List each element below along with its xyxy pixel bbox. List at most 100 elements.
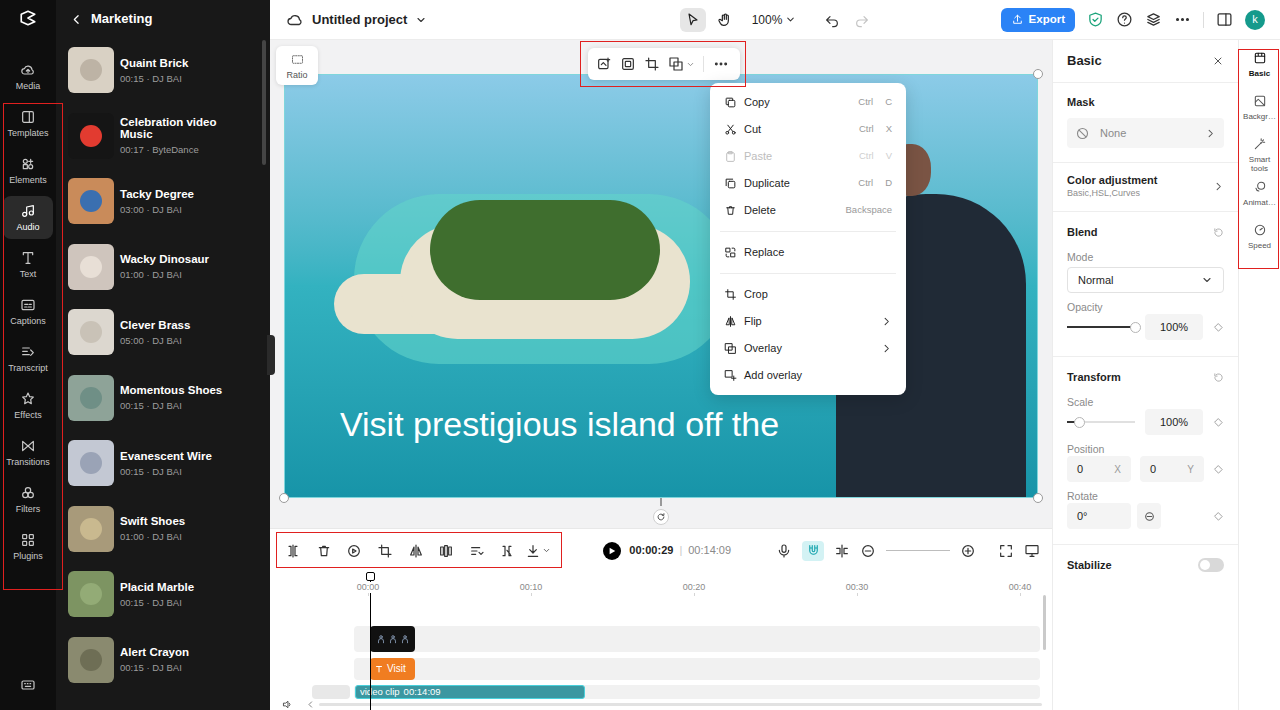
scroll-left-icon[interactable] <box>306 700 315 709</box>
menu-item[interactable]: Replace <box>710 239 906 266</box>
crop-icon[interactable] <box>644 56 660 72</box>
rotate-dial[interactable] <box>1137 503 1161 529</box>
split-join-icon[interactable] <box>834 543 850 559</box>
track-thumbnail[interactable] <box>68 309 114 355</box>
menu-item[interactable]: CopyCtrlC <box>710 89 906 116</box>
flip-button[interactable] <box>400 537 431 565</box>
side-tab[interactable]: Smart tools <box>1240 135 1280 178</box>
nav-item[interactable]: Elements <box>3 149 53 192</box>
video-frame[interactable]: Visit prestigious island off the <box>284 74 1038 498</box>
horizontal-scrollbar[interactable] <box>319 703 1042 706</box>
value-input[interactable]: 100% <box>1145 314 1203 340</box>
main-track-header[interactable] <box>312 685 350 699</box>
track-thumbnail[interactable] <box>68 440 114 486</box>
menu-item[interactable]: Add overlay <box>710 362 906 389</box>
side-tab[interactable]: Animat… <box>1240 178 1280 221</box>
playhead-handle[interactable] <box>366 572 375 581</box>
zoom-out-icon[interactable] <box>860 543 876 559</box>
track-thumbnail[interactable] <box>68 571 114 617</box>
video-clip[interactable]: video clip00:14:09 <box>355 685 585 699</box>
overlay-icon[interactable] <box>668 56 684 72</box>
more-icon[interactable] <box>1174 11 1191 28</box>
menu-item[interactable]: Crop <box>710 281 906 308</box>
nav-item[interactable]: Effects <box>3 384 53 427</box>
keyframe-icon[interactable] <box>1213 417 1224 428</box>
ratio-button[interactable]: Ratio <box>276 46 318 85</box>
close-icon[interactable] <box>1212 55 1224 67</box>
chevron-down-icon[interactable] <box>415 14 427 26</box>
play-button[interactable] <box>603 542 621 560</box>
video-overlay-clip[interactable] <box>370 626 415 652</box>
reset-icon[interactable] <box>1213 372 1224 383</box>
rotate-input[interactable]: 0° <box>1067 503 1131 529</box>
stabilize-toggle[interactable] <box>1198 558 1224 572</box>
zoom-select[interactable]: 100% <box>752 11 797 29</box>
undo-icon[interactable] <box>824 12 840 28</box>
nav-item[interactable]: Captions <box>3 290 53 333</box>
side-tab[interactable]: Speed <box>1240 221 1280 264</box>
chevron-down-icon[interactable] <box>686 60 695 69</box>
slider-knob[interactable] <box>1130 322 1141 333</box>
rotate-handle[interactable] <box>653 509 669 525</box>
panel-collapse-handle[interactable] <box>267 335 275 375</box>
track-thumbnail[interactable] <box>68 375 114 421</box>
zoom-slider[interactable] <box>886 550 950 551</box>
nav-item[interactable]: Text <box>3 243 53 286</box>
keyframe-icon[interactable] <box>1213 322 1224 333</box>
add-media-icon[interactable] <box>596 56 612 72</box>
nav-item[interactable]: Plugins <box>3 525 53 568</box>
shield-icon[interactable] <box>1087 11 1104 28</box>
position-input[interactable]: 0X <box>1067 456 1131 482</box>
nav-item[interactable]: Transcript <box>3 337 53 380</box>
slider-knob[interactable] <box>1074 417 1085 428</box>
monitor-icon[interactable] <box>1024 543 1040 559</box>
chevron-left-icon[interactable] <box>70 13 83 26</box>
nav-item[interactable]: Templates <box>3 102 53 145</box>
vertical-scrollbar[interactable] <box>1043 595 1046 650</box>
more-icon[interactable] <box>713 56 729 72</box>
menu-item[interactable]: Flip <box>710 308 906 335</box>
freeze-button[interactable] <box>431 537 462 565</box>
menu-item[interactable]: DuplicateCtrlD <box>710 170 906 197</box>
speaker-icon[interactable] <box>282 699 293 710</box>
value-input[interactable]: 100% <box>1145 409 1203 435</box>
download-button[interactable] <box>523 537 554 565</box>
track-thumbnail[interactable] <box>68 506 114 552</box>
redo-icon[interactable] <box>854 12 870 28</box>
audio-track[interactable]: Tacky Degree03:00 · DJ BAI <box>68 178 270 224</box>
split-button[interactable] <box>278 537 309 565</box>
track-thumbnail[interactable] <box>68 47 114 93</box>
reset-icon[interactable] <box>1213 227 1224 238</box>
track-thumbnail[interactable] <box>68 637 114 683</box>
mic-icon[interactable] <box>776 543 792 559</box>
nav-item[interactable]: Media <box>3 55 53 98</box>
snap-toggle[interactable] <box>802 541 824 561</box>
split-cursor-button[interactable] <box>492 537 523 565</box>
blend-mode-select[interactable]: Normal <box>1067 267 1224 293</box>
position-input[interactable]: 0Y <box>1140 456 1204 482</box>
side-tab[interactable]: Basic <box>1240 49 1280 92</box>
user-avatar[interactable]: k <box>1245 10 1265 30</box>
hand-tool[interactable] <box>712 8 738 32</box>
keyframe-icon[interactable] <box>1213 511 1224 522</box>
crop-button[interactable] <box>370 537 401 565</box>
mask-select[interactable]: None <box>1067 118 1224 148</box>
resize-handle[interactable] <box>279 493 289 503</box>
menu-item[interactable]: Overlay <box>710 335 906 362</box>
help-icon[interactable] <box>1116 11 1133 28</box>
audio-track[interactable]: Celebration video Music00:17 · ByteDance <box>68 113 270 159</box>
keyboard-icon[interactable] <box>20 677 36 693</box>
project-title[interactable]: Untitled project <box>312 10 407 30</box>
audio-track[interactable]: Wacky Dinosaur01:00 · DJ BAI <box>68 244 270 290</box>
auto-caption-button[interactable] <box>462 537 493 565</box>
speed-button[interactable] <box>339 537 370 565</box>
keyframe-icon[interactable] <box>1213 464 1224 475</box>
audio-track[interactable]: Placid Marble00:15 · DJ BAI <box>68 571 270 617</box>
pointer-tool[interactable] <box>680 8 706 32</box>
panel-icon[interactable] <box>1216 11 1233 28</box>
slider[interactable] <box>1067 321 1135 333</box>
audio-track[interactable]: Alert Crayon00:15 · DJ BAI <box>68 637 270 683</box>
menu-item[interactable]: CutCtrlX <box>710 116 906 143</box>
caption-text[interactable]: Visit prestigious island off the <box>340 404 779 444</box>
slider[interactable] <box>1067 416 1135 428</box>
